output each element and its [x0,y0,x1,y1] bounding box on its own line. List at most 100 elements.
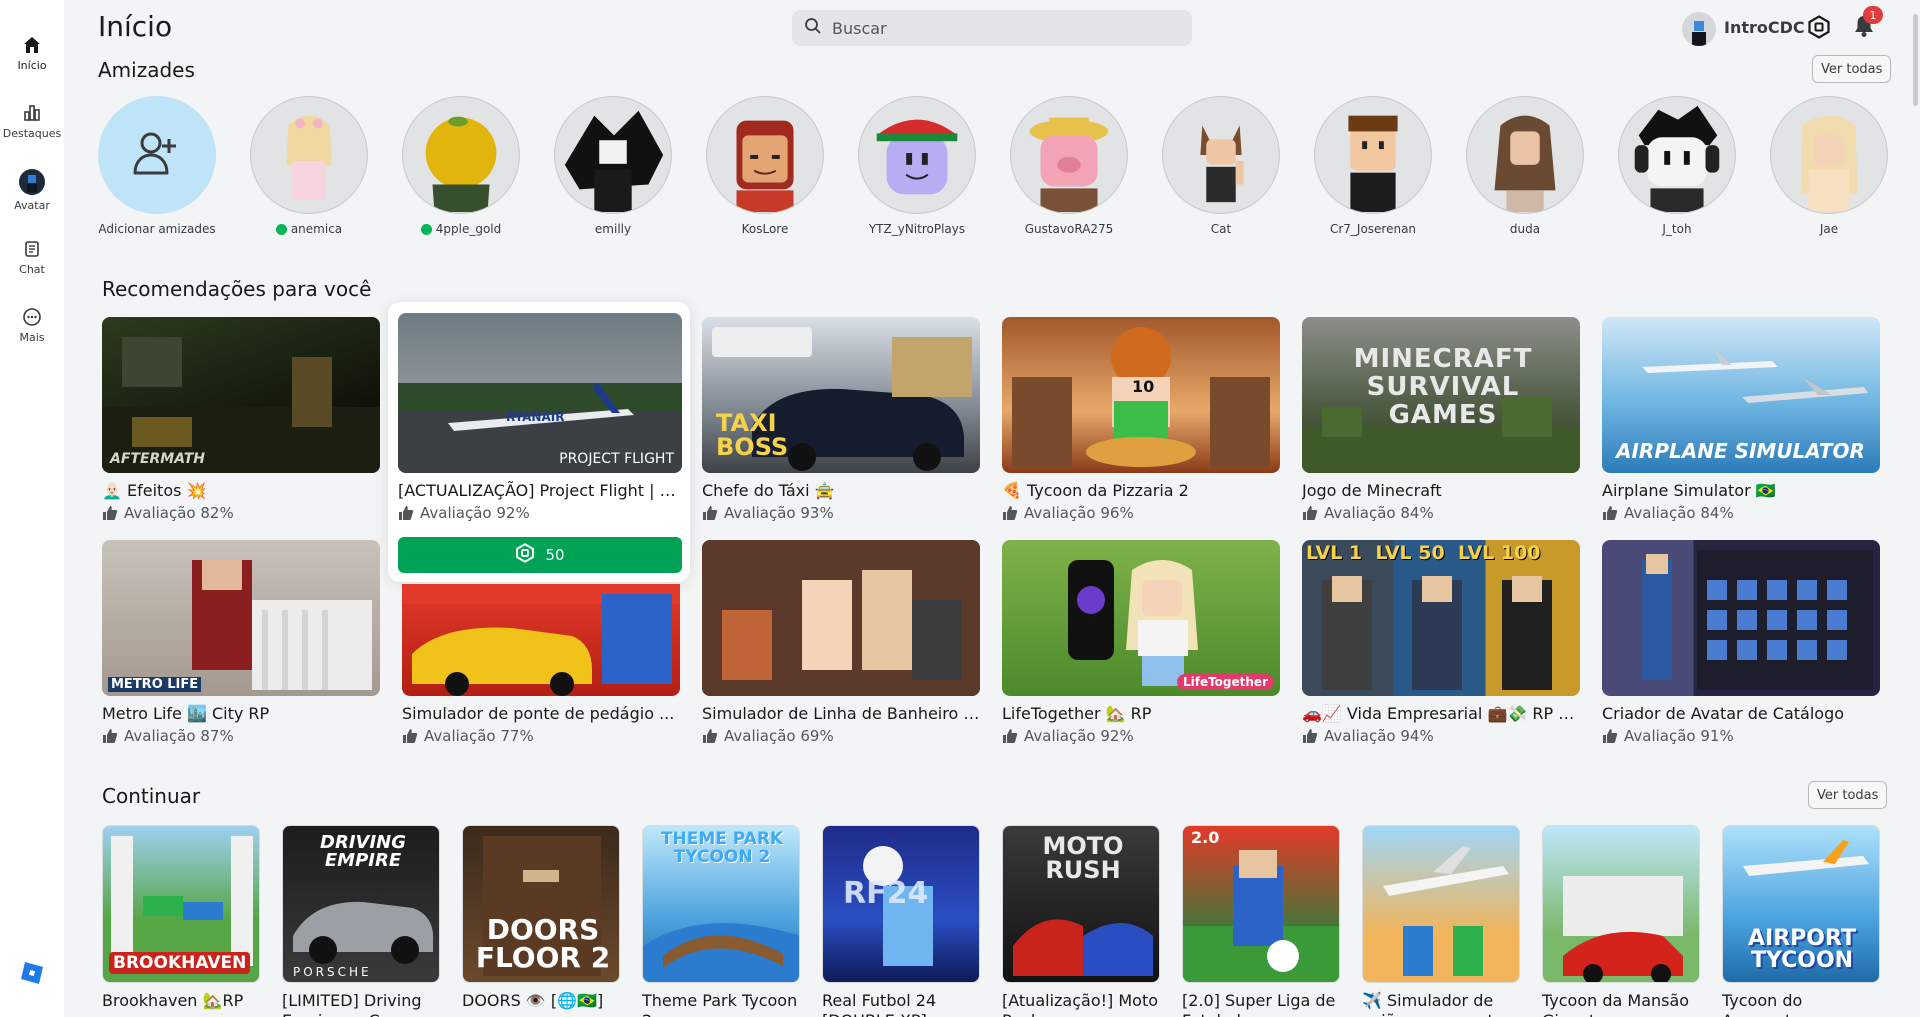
robux-button[interactable] [1806,15,1832,43]
add-friends-button[interactable]: Adicionar amizades [92,96,222,236]
continue-game-card[interactable]: RF24 Real Futbol 24 [DOUBLE XP] [822,825,980,1017]
friend-avatar [402,96,520,214]
friend-avatar [554,96,672,214]
game-thumbnail-text: 10 [1132,377,1155,396]
friend-tile[interactable]: GustavoRA275 [1004,96,1134,236]
game-card[interactable]: Simulador de ponte de pedágio ... Avalia… [402,584,680,745]
sidebar-item-home[interactable]: Início [0,34,64,72]
game-card[interactable]: 10 🍕 Tycoon da Pizzaria 2 Avaliação 96% [1002,317,1280,522]
game-title: [Atualização!] Moto Rush [1002,991,1159,1017]
game-title: 🍕 Tycoon da Pizzaria 2 [1002,481,1189,500]
friend-tile[interactable]: anemica [244,96,374,236]
game-card[interactable]: LifeTogether LifeTogether 🏡 RP Avaliação… [1002,540,1280,745]
friend-tile[interactable]: Cat [1156,96,1286,236]
thumbs-up-icon [1603,729,1618,743]
game-title: ✈️ Simulador de avião e aeroporto [1362,991,1504,1017]
game-card[interactable]: Simulador de Linha de Banheiro [... Aval… [702,540,980,745]
recommendations-section-title: Recomendações para você [102,277,372,301]
game-card[interactable]: LVL 1 LVL 50 LVL 100 🚗📈 Vida Empresarial… [1302,540,1580,745]
sidebar-item-chat[interactable]: Chat [0,238,64,276]
friend-tile[interactable]: KosLore [700,96,830,236]
thumbs-up-icon [1603,506,1618,520]
friend-name: emilly [594,222,632,236]
notification-badge: 1 [1863,6,1883,24]
friend-tile[interactable]: 4pple_gold [396,96,526,236]
page-scrollbar[interactable] [1910,0,1920,1017]
game-thumbnail: MINECRAFT SURVIVAL GAMES [1302,317,1580,473]
game-card[interactable]: TAXI BOSS Chefe do Táxi 🚖 Avaliação 93% [702,317,980,522]
friend-tile[interactable]: Jae [1764,96,1894,236]
charts-icon [21,102,43,124]
game-title: Simulador de ponte de pedágio ... [402,704,675,723]
game-title: Criador de Avatar de Catálogo [1602,704,1845,723]
game-card[interactable]: Criador de Avatar de Catálogo Avaliação … [1602,540,1880,745]
continue-game-card[interactable]: MOTO RUSH [Atualização!] Moto Rush [1002,825,1160,1017]
user-avatar[interactable] [1682,12,1716,46]
username[interactable]: IntroCDC [1724,18,1805,37]
continue-game-card[interactable]: DOORS FLOOR 2 DOORS 👁️ [🌐🇧🇷] [462,825,620,1017]
friend-tile[interactable]: duda [1460,96,1590,236]
friend-tile[interactable]: YTZ_yNitroPlays [852,96,982,236]
friend-tile[interactable]: Cr7_Joserenan [1308,96,1438,236]
game-thumbnail-text: DOORS FLOOR 2 [475,913,611,974]
friends-see-all-button[interactable]: Ver todas [1812,55,1892,83]
game-rating: Avaliação 82% [102,504,380,522]
game-title: [2.0] Super Liga de Futebol [1182,991,1336,1017]
home-icon [21,34,43,56]
search-input[interactable] [832,18,1172,38]
continue-game-card[interactable]: AIRPORT TYCOON Tycoon do Aeroporto [1722,825,1880,1017]
friend-avatar [1010,96,1128,214]
robux-icon [1807,15,1831,43]
continue-game-card[interactable]: Tycoon da Mansão Gigante [1542,825,1700,1017]
friend-avatar [1770,96,1888,214]
game-title: LifeTogether 🏡 RP [1002,704,1152,723]
game-rating: Avaliação 93% [702,504,980,522]
game-thumbnail-text: BROOKHAVEN [109,952,251,974]
game-rating: Avaliação 69% [702,727,980,745]
play-price-label: 50 [545,546,565,564]
game-thumbnail-text: DRIVING EMPIRE [320,832,406,871]
game-card[interactable]: METRO LIFE Metro Life 🏙️ City RP Avaliaç… [102,540,380,745]
game-rating: Avaliação 92% [1002,727,1280,745]
friend-tile[interactable]: J_toh [1612,96,1742,236]
continue-see-all-button[interactable]: Ver todas [1808,781,1888,809]
friend-avatar [1314,96,1432,214]
friend-avatar [1618,96,1736,214]
game-card[interactable]: AIRPLANE SIMULATOR Airplane Simulator 🇧🇷… [1602,317,1880,522]
friend-avatar [858,96,976,214]
game-rating: Avaliação 87% [102,727,380,745]
play-price-button[interactable]: 50 [398,537,682,573]
continue-game-card[interactable]: THEME PARK TYCOON 2 Theme Park Tycoon 2 [642,825,800,1017]
game-thumbnail [1602,540,1880,696]
thumbs-up-icon [103,506,118,520]
roblox-logo-icon[interactable] [20,961,44,985]
game-card[interactable]: MINECRAFT SURVIVAL GAMES Jogo de Minecra… [1302,317,1580,522]
more-icon [21,306,43,328]
sidebar-item-avatar[interactable]: Avatar [0,168,64,212]
scrollbar-thumb[interactable] [1913,14,1918,106]
sidebar-item-more[interactable]: Mais [0,306,64,344]
friend-avatar [1162,96,1280,214]
svg-text:PORSCHE: PORSCHE [293,965,372,979]
game-card[interactable]: RYANAIR PROJECT FLIGHT [ACTUALIZAÇÃO] Pr… [398,313,682,522]
sidebar-item-charts[interactable]: Destaques [0,102,64,140]
continue-game-card[interactable]: ✈️ Simulador de avião e aeroporto [1362,825,1520,1017]
game-thumbnail-text: AFTERMATH [110,451,205,467]
continue-game-card[interactable]: PORSCHE DRIVING EMPIRE [LIMITED] Driving… [282,825,440,1017]
continue-game-card[interactable]: 2.0 [2.0] Super Liga de Futebol [1182,825,1340,1017]
game-rating: Avaliação 92% [398,504,682,522]
game-thumbnail: METRO LIFE [102,540,380,696]
game-rating: Avaliação 77% [402,727,680,745]
search-bar[interactable] [792,10,1192,46]
game-thumbnail [702,540,980,696]
online-indicator [275,223,287,235]
game-thumbnail: LVL 1 LVL 50 LVL 100 [1302,540,1580,696]
chat-icon [21,238,43,260]
friend-tile[interactable]: emilly [548,96,678,236]
friend-name: duda [1509,222,1541,236]
continue-section-title: Continuar [102,784,201,808]
game-rating: Avaliação 91% [1602,727,1880,745]
sidebar-item-label: Mais [19,331,45,344]
continue-game-card[interactable]: BROOKHAVEN Brookhaven 🏡RP [102,825,260,1017]
game-card[interactable]: AFTERMATH 👨🏻‍🦲 Efeitos 💥 Avaliação 82% [102,317,380,522]
